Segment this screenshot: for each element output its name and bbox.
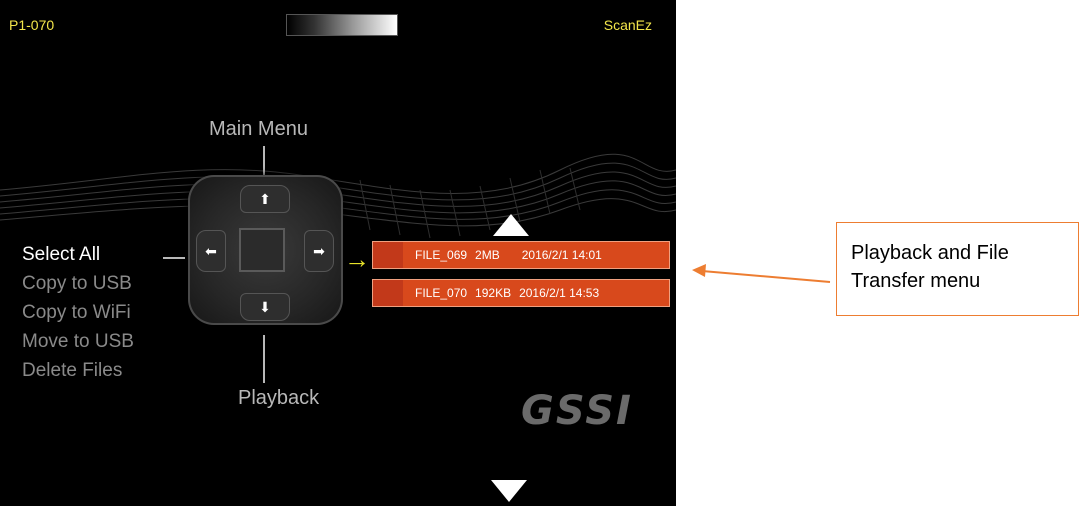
file-id-label: P1-070 [9, 17, 55, 33]
connector-line-bottom [263, 335, 265, 383]
file-name: FILE_070 [415, 286, 468, 300]
connector-line-left [163, 257, 185, 259]
action-select-all[interactable]: Select All [22, 240, 134, 269]
callout-text: Playback and File Transfer menu [851, 242, 1009, 292]
action-copy-to-usb[interactable]: Copy to USB [22, 269, 134, 298]
action-copy-to-wifi[interactable]: Copy to WiFi [22, 298, 134, 327]
gssi-logo: GSSI [521, 388, 633, 434]
action-delete-files[interactable]: Delete Files [22, 356, 134, 385]
arrow-down-icon[interactable]: ⬇ [240, 293, 290, 321]
dpad-control: ⬆ ⬅ ➡ ⬇ [188, 175, 343, 325]
callout-arrow-icon [692, 264, 831, 283]
arrow-right-icon[interactable]: ➡ [304, 230, 334, 272]
file-size: 192KB [475, 286, 512, 300]
dpad-center-button[interactable] [239, 228, 285, 272]
action-move-to-usb[interactable]: Move to USB [22, 327, 134, 356]
main-menu-label: Main Menu [209, 118, 308, 140]
action-list: Select All Copy to USB Copy to WiFi Move… [22, 240, 134, 385]
mode-label: ScanEz [603, 17, 652, 33]
selection-arrow-icon: → [344, 244, 370, 274]
file-date: 2016/2/1 14:01 [521, 248, 602, 262]
scroll-up-icon[interactable] [493, 214, 529, 236]
file-row[interactable]: FILE_069 2MB 2016/2/1 14:01 [372, 241, 670, 269]
scroll-down-icon[interactable] [491, 480, 527, 502]
connector-line-top [263, 146, 265, 176]
corner-block [8, 472, 101, 506]
arrow-up-icon[interactable]: ⬆ [240, 185, 290, 213]
file-date: 2016/2/1 14:53 [519, 286, 600, 300]
arrow-left-icon[interactable]: ⬅ [196, 230, 226, 272]
color-gain-bar [286, 14, 398, 36]
file-size: 2MB [475, 248, 500, 262]
file-name: FILE_069 [415, 248, 468, 262]
callout-box: Playback and File Transfer menu [836, 222, 1079, 316]
file-row[interactable]: FILE_070 192KB 2016/2/1 14:53 [372, 279, 670, 307]
file-checkbox[interactable] [373, 242, 403, 268]
file-checkbox[interactable] [373, 280, 403, 306]
playback-label: Playback [238, 387, 320, 409]
device-screen: P1-070 ScanEz Main Menu ⬆ ⬅ ➡ ⬇ Playback… [0, 0, 676, 506]
